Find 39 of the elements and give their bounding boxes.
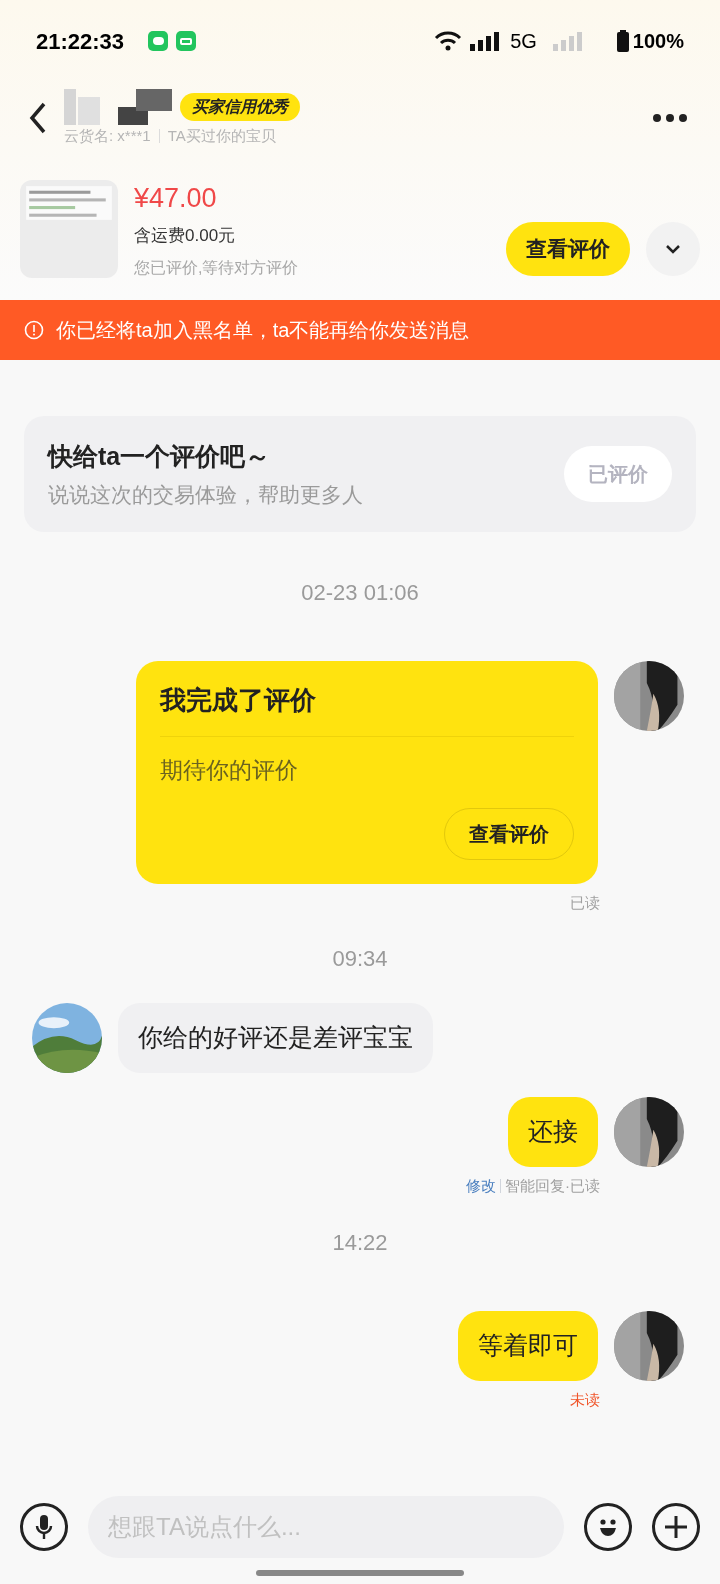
read-receipt: 未读 <box>570 1389 600 1410</box>
alert-icon <box>24 320 44 340</box>
read-receipt: 智能回复·已读 <box>505 1176 600 1196</box>
more-icon[interactable] <box>652 113 688 123</box>
chat-app-icon <box>148 31 169 51</box>
review-status: 您已评价,等待对方评价 <box>134 258 299 278</box>
price: ¥47.00 <box>134 182 218 215</box>
timestamp: 09:34 <box>332 945 388 973</box>
back-icon[interactable] <box>28 101 48 135</box>
prompt-title: 快给ta一个评价吧～ <box>48 440 272 472</box>
message-bubble: 你给的好评还是差评宝宝 <box>118 1003 433 1073</box>
clock: 21:22:33 <box>36 27 125 56</box>
wifi-icon <box>434 31 463 51</box>
prompt-subtitle: 说说这次的交易体验，帮助更多人 <box>48 482 363 508</box>
timestamp: 14:22 <box>332 1228 388 1257</box>
battery-percent: 100% <box>632 29 684 54</box>
chevron-down-icon <box>665 244 681 254</box>
message-bubble: 等着即可 <box>458 1310 598 1381</box>
plus-icon <box>665 1516 687 1538</box>
battery-icon <box>616 30 629 52</box>
card-body: 期待你的评价 <box>160 756 299 785</box>
network-label: 5G <box>510 29 537 54</box>
edit-link[interactable]: 修改 <box>466 1175 496 1198</box>
timestamp: 02-23 01:06 <box>301 579 419 607</box>
message-bubble: 还接 <box>508 1097 598 1167</box>
card-title: 我完成了评价 <box>160 681 574 737</box>
view-review-button[interactable]: 查看评价 <box>506 222 630 276</box>
voice-button[interactable] <box>20 1503 68 1551</box>
shipping-fee: 含运费0.00元 <box>134 224 237 247</box>
microphone-icon <box>35 1514 53 1540</box>
header-subtitle: TA买过你的宝贝 <box>167 125 276 146</box>
read-receipt: 已读 <box>570 892 600 913</box>
add-button[interactable] <box>652 1503 700 1551</box>
credit-badge: 买家信用优秀 <box>180 92 300 121</box>
emoji-button[interactable] <box>584 1503 632 1551</box>
battery-saver-icon <box>176 31 197 51</box>
member-name: 云货名: x***1 <box>64 125 151 146</box>
banner-text: 你已经将ta加入黑名单，ta不能再给你发送消息 <box>56 318 470 343</box>
signal-icon <box>552 31 585 51</box>
